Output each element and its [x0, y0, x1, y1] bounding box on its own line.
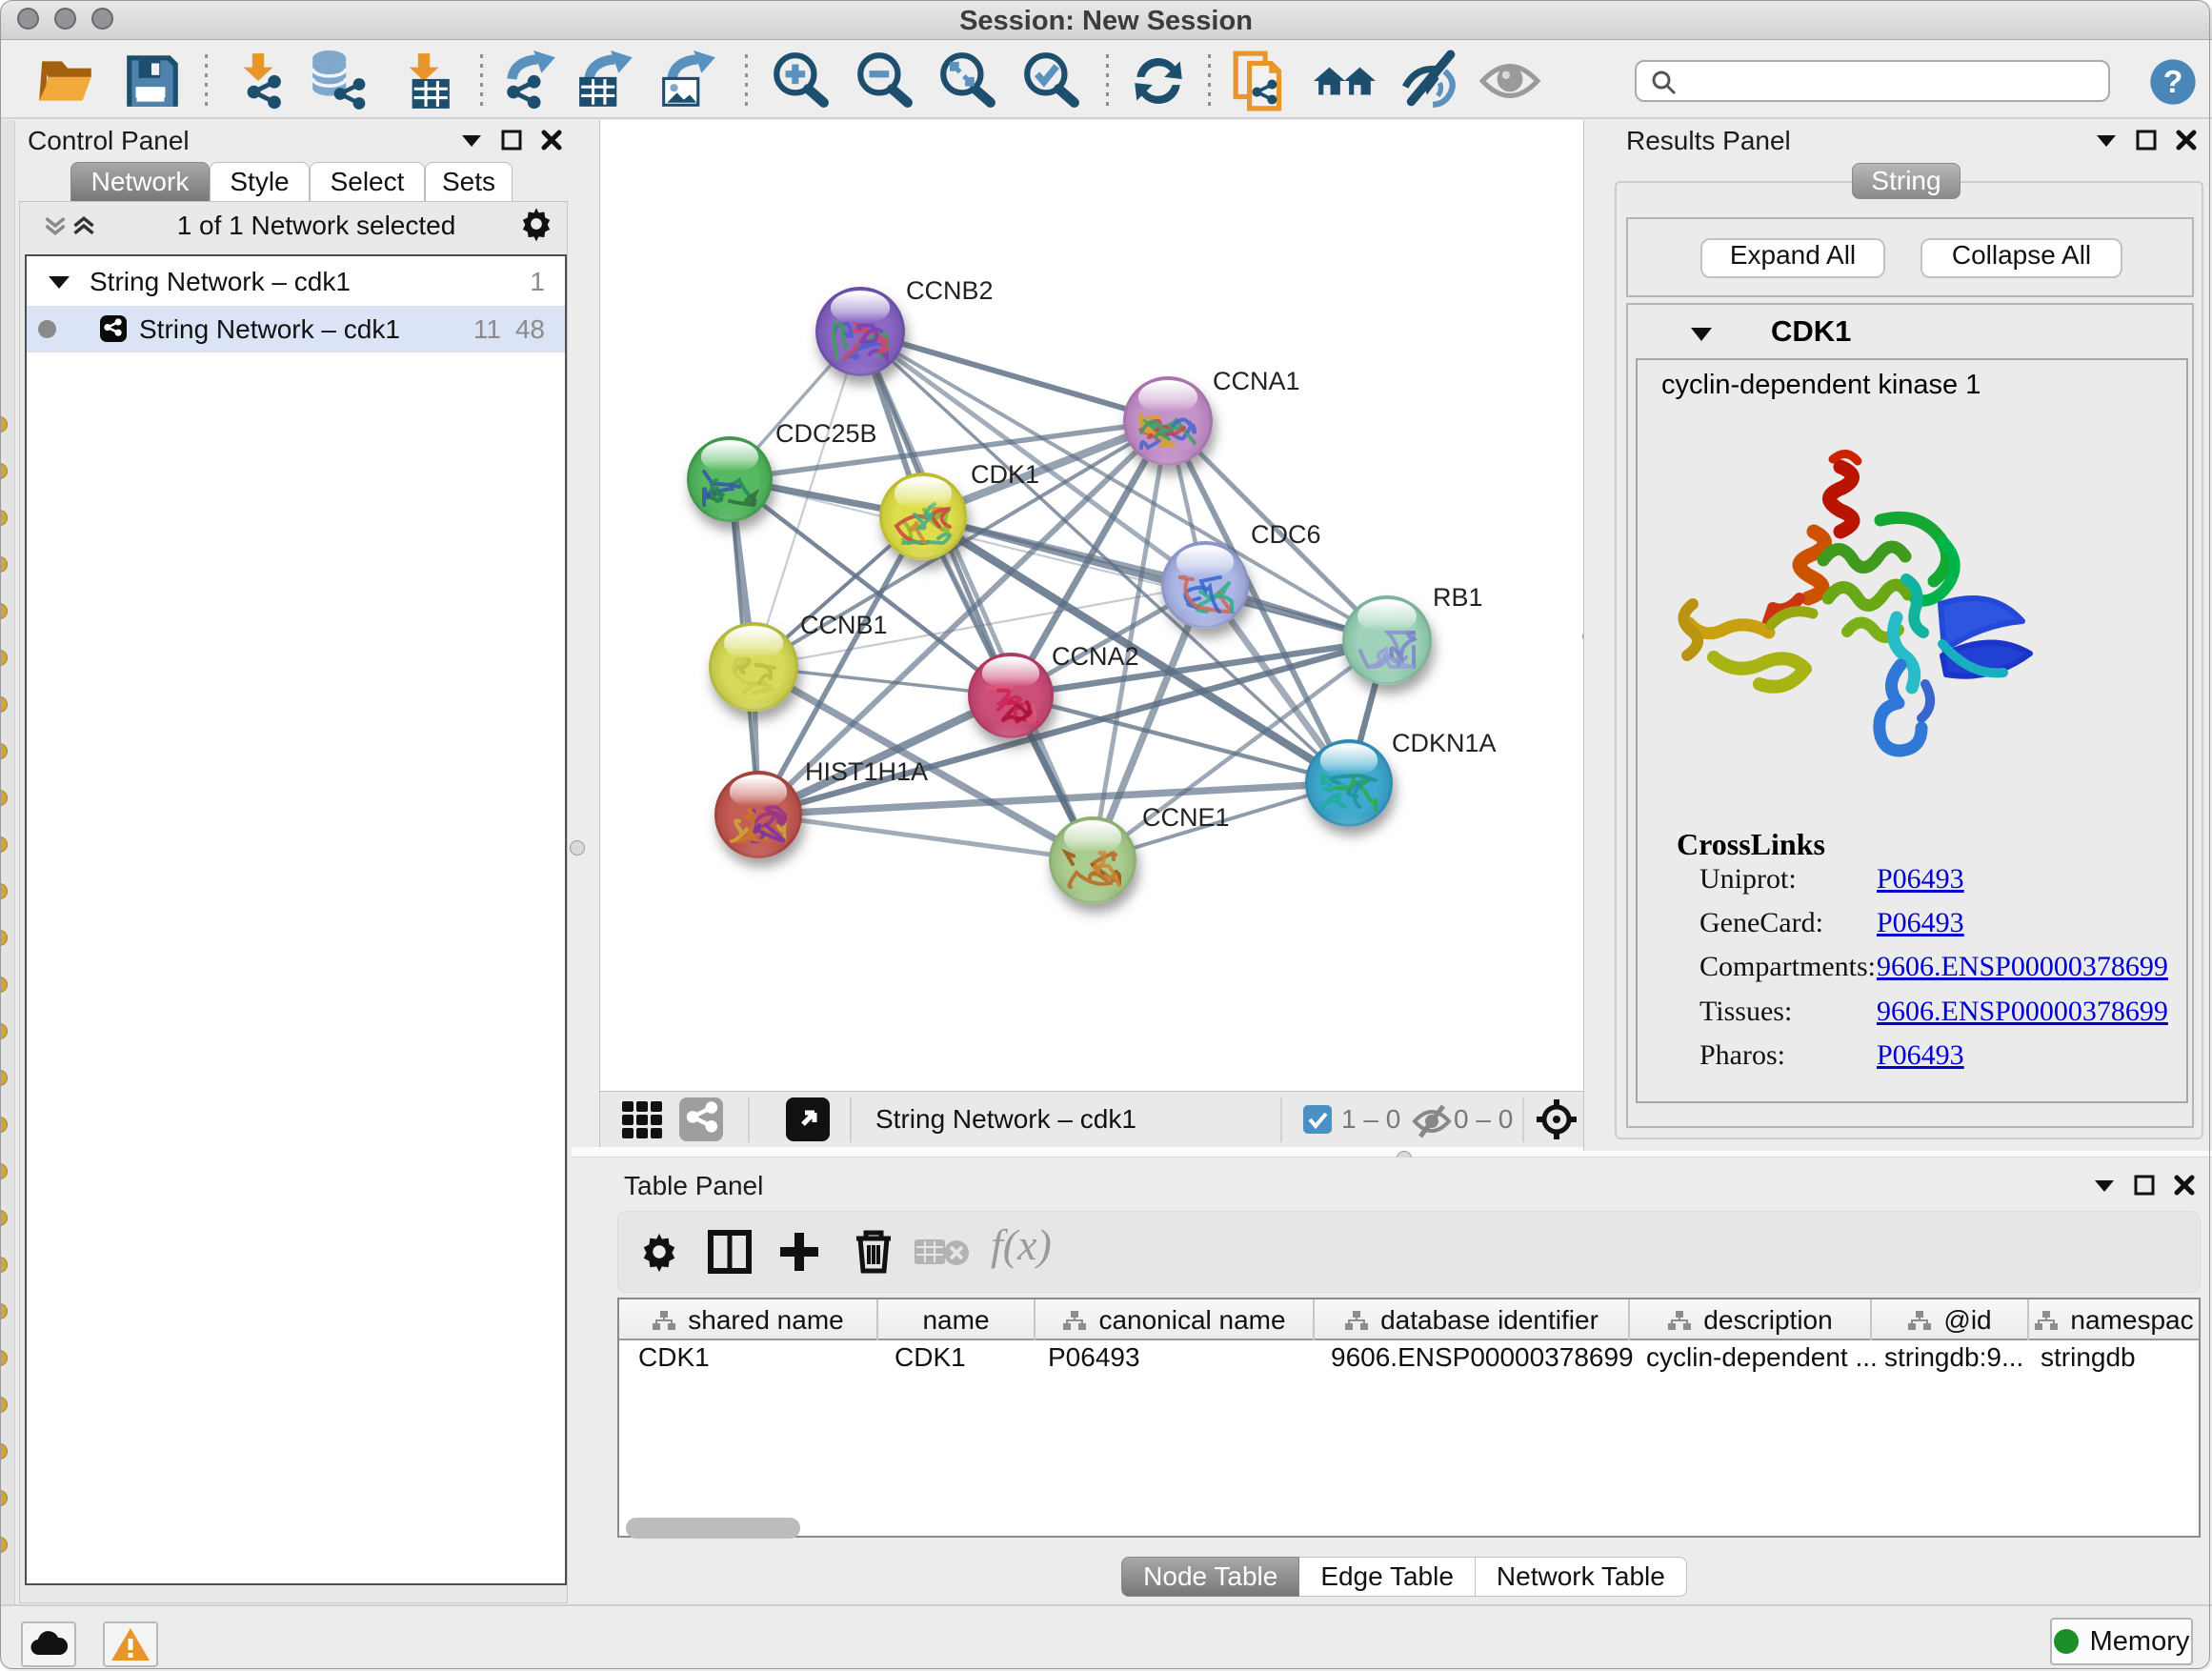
svg-text:?: ?	[2163, 64, 2183, 100]
